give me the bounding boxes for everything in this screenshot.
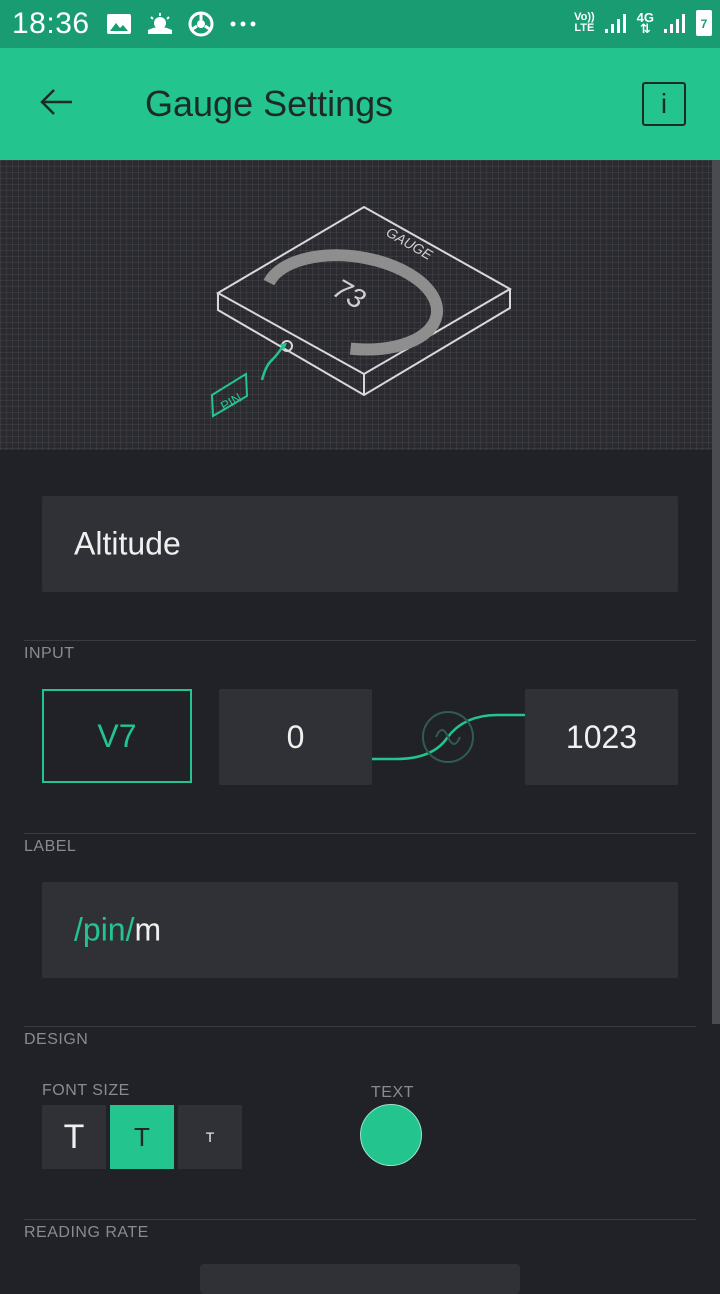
font-size-large-glyph: T xyxy=(63,1117,85,1156)
wave-glyph xyxy=(435,729,461,745)
font-size-small-glyph: T xyxy=(205,1129,215,1145)
back-button[interactable] xyxy=(36,82,76,122)
input-section-label: INPUT xyxy=(24,645,75,662)
label-suffix: m xyxy=(134,911,162,948)
wave-icon[interactable] xyxy=(422,711,474,763)
font-size-label: FONT SIZE xyxy=(42,1082,130,1099)
arrow-left-icon xyxy=(40,89,72,115)
widget-name-input[interactable]: Altitude xyxy=(42,496,678,592)
app-bar: Gauge Settings i xyxy=(0,48,720,160)
design-section-label: DESIGN xyxy=(24,1031,89,1048)
more-icon xyxy=(230,21,256,27)
divider xyxy=(24,833,696,834)
min-value: 0 xyxy=(286,718,305,755)
status-icons-right: Vo)) LTE 4G ⇅ 7 xyxy=(574,10,712,36)
pin-selector-button[interactable]: V7 xyxy=(42,689,192,783)
label-input[interactable]: /pin/m xyxy=(42,882,678,978)
font-size-small-button[interactable]: T xyxy=(178,1105,242,1169)
divider xyxy=(24,640,696,641)
reading-rate-section-label: READING RATE xyxy=(24,1224,149,1241)
network-type: 4G ⇅ xyxy=(636,10,654,36)
info-button[interactable]: i xyxy=(642,82,686,126)
chrome-icon xyxy=(188,11,214,37)
signal-icon-2 xyxy=(664,14,685,33)
page-title: Gauge Settings xyxy=(145,83,394,124)
text-color-swatch[interactable] xyxy=(360,1104,422,1166)
font-size-medium-glyph: T xyxy=(134,1121,150,1152)
battery-icon: 7 xyxy=(696,10,712,36)
label-pin-part: /pin/ xyxy=(74,911,135,948)
min-value-input[interactable]: 0 xyxy=(219,689,372,785)
max-value: 1023 xyxy=(565,718,638,755)
label-value: /pin/m xyxy=(74,912,161,949)
pin-value: V7 xyxy=(97,717,137,754)
volte-indicator: Vo)) LTE xyxy=(574,11,595,34)
widget-name-value: Altitude xyxy=(74,525,181,562)
text-color-label: TEXT xyxy=(371,1084,414,1101)
font-size-large-button[interactable]: T xyxy=(42,1105,106,1169)
battery-level: 7 xyxy=(700,17,708,31)
network-type-label: 4G xyxy=(636,10,654,25)
scrollbar[interactable] xyxy=(712,160,720,1024)
divider xyxy=(24,1219,696,1220)
status-icons-left xyxy=(106,11,258,37)
widget-preview: GAUGE 73 PIN xyxy=(0,160,712,450)
status-time: 18:36 xyxy=(12,7,90,40)
divider xyxy=(24,1026,696,1027)
max-value-input[interactable]: 1023 xyxy=(525,689,678,785)
label-section-label: LABEL xyxy=(24,838,77,855)
reading-rate-selector[interactable] xyxy=(200,1264,520,1294)
weather-icon xyxy=(147,13,172,34)
gauge-widget-illustration: GAUGE 73 PIN xyxy=(210,205,513,418)
font-size-medium-button[interactable]: T xyxy=(110,1105,174,1169)
signal-icon xyxy=(604,14,626,33)
image-icon xyxy=(106,14,131,34)
info-icon: i xyxy=(660,88,668,119)
status-bar: 18:36 Vo)) LTE 4G ⇅ 7 xyxy=(0,0,720,48)
gauge-value: 73 xyxy=(328,273,371,316)
